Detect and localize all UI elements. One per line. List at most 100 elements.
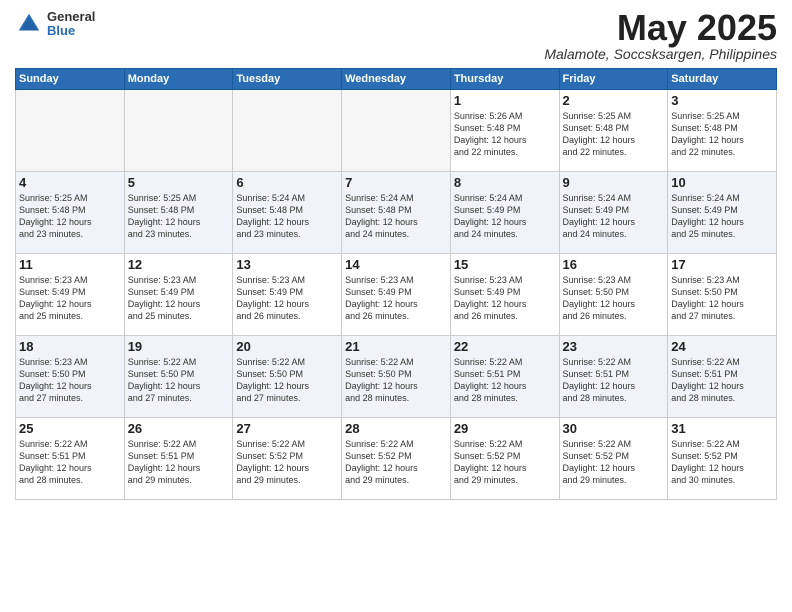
- day-number: 12: [128, 257, 230, 272]
- calendar-day-cell: 22 Sunrise: 5:22 AM Sunset: 5:51 PM Dayli…: [450, 336, 559, 418]
- day-info: Sunrise: 5:24 AM Sunset: 5:49 PM Dayligh…: [671, 192, 773, 241]
- day-number: 9: [563, 175, 665, 190]
- day-info: Sunrise: 5:23 AM Sunset: 5:49 PM Dayligh…: [454, 274, 556, 323]
- day-number: 4: [19, 175, 121, 190]
- calendar-day-cell: 8 Sunrise: 5:24 AM Sunset: 5:49 PM Daylig…: [450, 172, 559, 254]
- day-number: 29: [454, 421, 556, 436]
- calendar-day-cell: 1 Sunrise: 5:26 AM Sunset: 5:48 PM Daylig…: [450, 90, 559, 172]
- calendar-body: 1 Sunrise: 5:26 AM Sunset: 5:48 PM Daylig…: [16, 90, 777, 500]
- calendar-week-row: 1 Sunrise: 5:26 AM Sunset: 5:48 PM Daylig…: [16, 90, 777, 172]
- day-number: 3: [671, 93, 773, 108]
- day-info: Sunrise: 5:25 AM Sunset: 5:48 PM Dayligh…: [19, 192, 121, 241]
- day-info: Sunrise: 5:24 AM Sunset: 5:49 PM Dayligh…: [454, 192, 556, 241]
- day-info: Sunrise: 5:24 AM Sunset: 5:48 PM Dayligh…: [345, 192, 447, 241]
- day-number: 7: [345, 175, 447, 190]
- day-info: Sunrise: 5:23 AM Sunset: 5:49 PM Dayligh…: [19, 274, 121, 323]
- day-number: 30: [563, 421, 665, 436]
- day-info: Sunrise: 5:25 AM Sunset: 5:48 PM Dayligh…: [128, 192, 230, 241]
- calendar-page: General Blue May 2025 Malamote, Soccsksa…: [0, 0, 792, 612]
- calendar-day-cell: 27 Sunrise: 5:22 AM Sunset: 5:52 PM Dayli…: [233, 418, 342, 500]
- calendar-day-cell: 20 Sunrise: 5:22 AM Sunset: 5:50 PM Dayli…: [233, 336, 342, 418]
- header-monday: Monday: [124, 69, 233, 90]
- day-number: 11: [19, 257, 121, 272]
- calendar-day-cell: 28 Sunrise: 5:22 AM Sunset: 5:52 PM Dayli…: [342, 418, 451, 500]
- calendar-day-cell: 2Sunrise: 5:25 AM Sunset: 5:48 PM Daylig…: [559, 90, 668, 172]
- calendar-day-cell: 11 Sunrise: 5:23 AM Sunset: 5:49 PM Dayli…: [16, 254, 125, 336]
- day-number: 22: [454, 339, 556, 354]
- day-number: 1: [454, 93, 556, 108]
- day-number: 27: [236, 421, 338, 436]
- weekday-header-row: Sunday Monday Tuesday Wednesday Thursday…: [16, 69, 777, 90]
- logo-general-label: General: [47, 10, 95, 24]
- day-number: 14: [345, 257, 447, 272]
- day-info: Sunrise: 5:22 AM Sunset: 5:52 PM Dayligh…: [454, 438, 556, 487]
- logo: General Blue: [15, 10, 95, 39]
- calendar-day-cell: 5 Sunrise: 5:25 AM Sunset: 5:48 PM Daylig…: [124, 172, 233, 254]
- calendar-day-cell: 19Sunrise: 5:22 AM Sunset: 5:50 PM Dayli…: [124, 336, 233, 418]
- day-info: Sunrise: 5:22 AM Sunset: 5:51 PM Dayligh…: [563, 356, 665, 405]
- calendar-week-row: 25 Sunrise: 5:22 AM Sunset: 5:51 PM Dayli…: [16, 418, 777, 500]
- calendar-day-cell: [342, 90, 451, 172]
- day-info: Sunrise: 5:22 AM Sunset: 5:50 PM Dayligh…: [236, 356, 338, 405]
- day-info: Sunrise: 5:22 AM Sunset: 5:51 PM Dayligh…: [19, 438, 121, 487]
- header-friday: Friday: [559, 69, 668, 90]
- calendar-day-cell: 26 Sunrise: 5:22 AM Sunset: 5:51 PM Dayli…: [124, 418, 233, 500]
- day-info: Sunrise: 5:22 AM Sunset: 5:52 PM Dayligh…: [345, 438, 447, 487]
- calendar-table: Sunday Monday Tuesday Wednesday Thursday…: [15, 68, 777, 500]
- header-wednesday: Wednesday: [342, 69, 451, 90]
- day-info: Sunrise: 5:23 AM Sunset: 5:50 PM Dayligh…: [671, 274, 773, 323]
- calendar-day-cell: 15 Sunrise: 5:23 AM Sunset: 5:49 PM Dayli…: [450, 254, 559, 336]
- day-number: 15: [454, 257, 556, 272]
- calendar-day-cell: 10 Sunrise: 5:24 AM Sunset: 5:49 PM Dayli…: [668, 172, 777, 254]
- calendar-day-cell: 7 Sunrise: 5:24 AM Sunset: 5:48 PM Daylig…: [342, 172, 451, 254]
- calendar-day-cell: [124, 90, 233, 172]
- day-number: 8: [454, 175, 556, 190]
- day-number: 5: [128, 175, 230, 190]
- day-number: 20: [236, 339, 338, 354]
- day-number: 17: [671, 257, 773, 272]
- day-number: 13: [236, 257, 338, 272]
- calendar-day-cell: 18Sunrise: 5:23 AM Sunset: 5:50 PM Dayli…: [16, 336, 125, 418]
- calendar-day-cell: 16 Sunrise: 5:23 AM Sunset: 5:50 PM Dayli…: [559, 254, 668, 336]
- day-info: Sunrise: 5:22 AM Sunset: 5:51 PM Dayligh…: [454, 356, 556, 405]
- day-number: 26: [128, 421, 230, 436]
- calendar-day-cell: 4 Sunrise: 5:25 AM Sunset: 5:48 PM Daylig…: [16, 172, 125, 254]
- calendar-day-cell: 9 Sunrise: 5:24 AM Sunset: 5:49 PM Daylig…: [559, 172, 668, 254]
- day-number: 21: [345, 339, 447, 354]
- day-info: Sunrise: 5:22 AM Sunset: 5:52 PM Dayligh…: [563, 438, 665, 487]
- day-info: Sunrise: 5:23 AM Sunset: 5:49 PM Dayligh…: [345, 274, 447, 323]
- day-number: 16: [563, 257, 665, 272]
- header: General Blue May 2025 Malamote, Soccsksa…: [15, 10, 777, 62]
- calendar-day-cell: 30 Sunrise: 5:22 AM Sunset: 5:52 PM Dayli…: [559, 418, 668, 500]
- header-thursday: Thursday: [450, 69, 559, 90]
- day-info: Sunrise: 5:24 AM Sunset: 5:48 PM Dayligh…: [236, 192, 338, 241]
- calendar-week-row: 11 Sunrise: 5:23 AM Sunset: 5:49 PM Dayli…: [16, 254, 777, 336]
- calendar-day-cell: 23Sunrise: 5:22 AM Sunset: 5:51 PM Dayli…: [559, 336, 668, 418]
- day-info: Sunrise: 5:22 AM Sunset: 5:52 PM Dayligh…: [236, 438, 338, 487]
- calendar-title: May 2025: [544, 10, 777, 46]
- calendar-day-cell: 12 Sunrise: 5:23 AM Sunset: 5:49 PM Dayli…: [124, 254, 233, 336]
- day-number: 10: [671, 175, 773, 190]
- calendar-day-cell: 13Sunrise: 5:23 AM Sunset: 5:49 PM Dayli…: [233, 254, 342, 336]
- calendar-day-cell: 29 Sunrise: 5:22 AM Sunset: 5:52 PM Dayli…: [450, 418, 559, 500]
- day-info: Sunrise: 5:24 AM Sunset: 5:49 PM Dayligh…: [563, 192, 665, 241]
- title-block: May 2025 Malamote, Soccsksargen, Philipp…: [544, 10, 777, 62]
- day-number: 2: [563, 93, 665, 108]
- day-info: Sunrise: 5:26 AM Sunset: 5:48 PM Dayligh…: [454, 110, 556, 159]
- calendar-day-cell: [233, 90, 342, 172]
- header-sunday: Sunday: [16, 69, 125, 90]
- day-info: Sunrise: 5:22 AM Sunset: 5:51 PM Dayligh…: [128, 438, 230, 487]
- calendar-week-row: 4 Sunrise: 5:25 AM Sunset: 5:48 PM Daylig…: [16, 172, 777, 254]
- day-number: 28: [345, 421, 447, 436]
- day-number: 25: [19, 421, 121, 436]
- day-info: Sunrise: 5:23 AM Sunset: 5:49 PM Dayligh…: [128, 274, 230, 323]
- calendar-day-cell: 25 Sunrise: 5:22 AM Sunset: 5:51 PM Dayli…: [16, 418, 125, 500]
- calendar-day-cell: 3Sunrise: 5:25 AM Sunset: 5:48 PM Daylig…: [668, 90, 777, 172]
- logo-text: General Blue: [47, 10, 95, 39]
- calendar-day-cell: 14 Sunrise: 5:23 AM Sunset: 5:49 PM Dayli…: [342, 254, 451, 336]
- calendar-day-cell: 6Sunrise: 5:24 AM Sunset: 5:48 PM Daylig…: [233, 172, 342, 254]
- day-info: Sunrise: 5:22 AM Sunset: 5:51 PM Dayligh…: [671, 356, 773, 405]
- day-info: Sunrise: 5:22 AM Sunset: 5:50 PM Dayligh…: [345, 356, 447, 405]
- day-info: Sunrise: 5:23 AM Sunset: 5:50 PM Dayligh…: [563, 274, 665, 323]
- day-number: 31: [671, 421, 773, 436]
